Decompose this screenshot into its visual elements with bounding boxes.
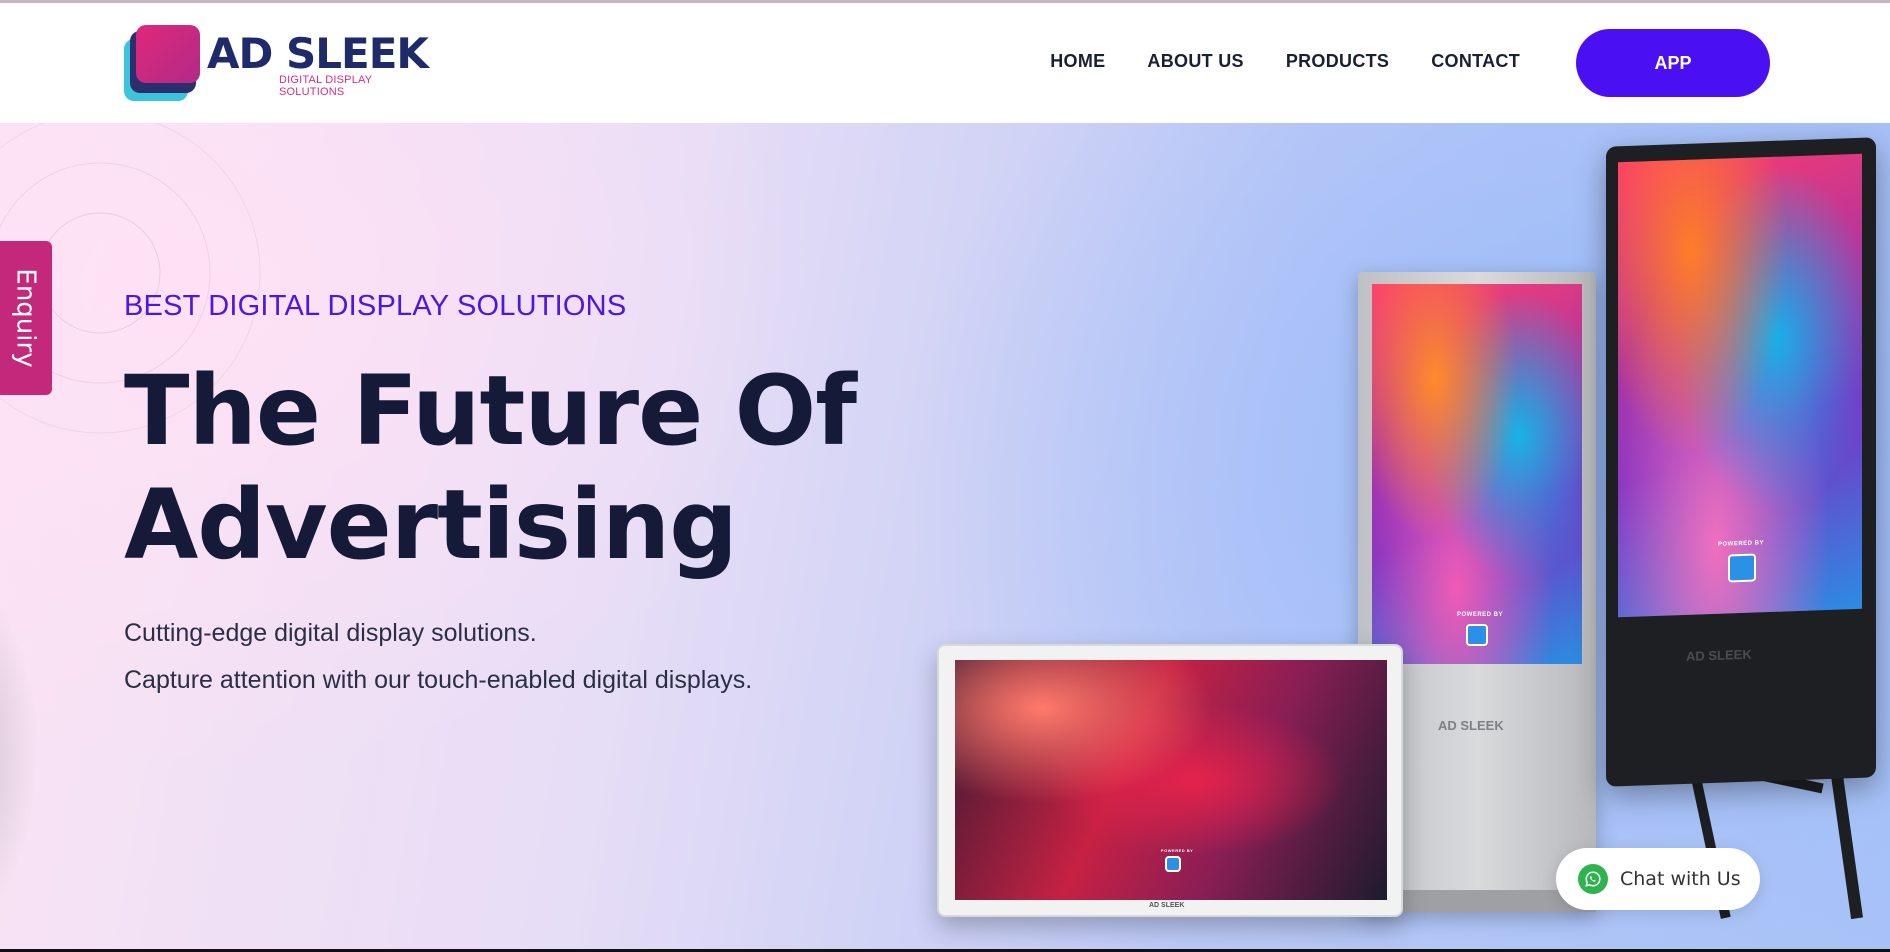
kiosk-brand: AD SLEEK (1438, 718, 1504, 733)
hero-eyebrow: BEST DIGITAL DISPLAY SOLUTIONS (124, 290, 627, 322)
whatsapp-icon (1578, 864, 1608, 894)
hero-title-line2: Advertising (124, 469, 738, 581)
main-nav: HOME ABOUT US PRODUCTS CONTACT (1050, 51, 1520, 72)
aframe-screen: POWERED BY (1618, 153, 1862, 618)
chat-with-us-button[interactable]: Chat with Us (1556, 848, 1760, 910)
hero-title-line1: The Future Of (124, 355, 857, 467)
nav-home[interactable]: HOME (1050, 51, 1105, 72)
brand-logo[interactable]: AD SLEEK DIGITAL DISPLAY SOLUTIONS (122, 25, 432, 105)
enquiry-tab[interactable]: Enquiry (0, 241, 52, 395)
hero-desc-line1: Cutting-edge digital display solutions. (124, 619, 537, 647)
tv-brand: AD SLEEK (1149, 902, 1185, 909)
brand-name: AD SLEEK (207, 29, 429, 78)
chat-label: Chat with Us (1620, 868, 1741, 890)
nav-about-us[interactable]: ABOUT US (1147, 51, 1243, 72)
aframe-powered-by: POWERED BY (1718, 540, 1765, 548)
tv-powered-by: POWERED BY (1161, 848, 1194, 853)
wall-display-image: POWERED BY AD SLEEK (937, 644, 1403, 917)
left-shadow (0, 543, 40, 952)
app-button[interactable]: APP (1576, 29, 1770, 97)
nav-products[interactable]: PRODUCTS (1286, 51, 1389, 72)
logo-icon (122, 25, 200, 105)
logo-text: AD SLEEK DIGITAL DISPLAY SOLUTIONS (207, 29, 432, 99)
enquiry-label: Enquiry (11, 268, 42, 368)
powered-badge-icon (1728, 553, 1756, 583)
hero-title: The Future Of Advertising (124, 354, 884, 582)
hero-desc-line2: Capture attention with our touch-enabled… (124, 666, 753, 694)
kiosk-powered-by: POWERED BY (1457, 612, 1504, 618)
kiosk-screen: POWERED BY (1372, 284, 1582, 664)
powered-badge-icon (1165, 856, 1181, 872)
nav-contact[interactable]: CONTACT (1431, 51, 1520, 72)
powered-badge-icon (1466, 624, 1488, 646)
site-header: AD SLEEK DIGITAL DISPLAY SOLUTIONS HOME … (0, 3, 1890, 123)
aframe-display-image: POWERED BY AD SLEEK (1606, 137, 1876, 787)
aframe-brand: AD SLEEK (1686, 646, 1752, 664)
brand-tagline: DIGITAL DISPLAY SOLUTIONS (279, 74, 373, 98)
wall-display-screen: POWERED BY (955, 660, 1387, 900)
hero-description: Cutting-edge digital display solutions. … (124, 610, 752, 704)
